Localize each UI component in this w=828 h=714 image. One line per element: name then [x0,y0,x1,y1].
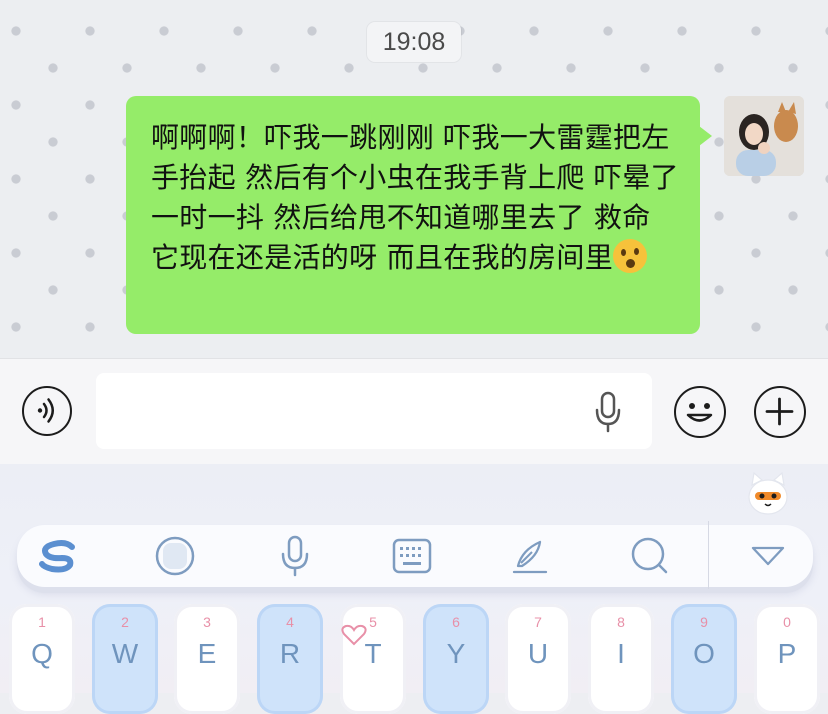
key-letter: E [197,638,217,669]
key-e[interactable]: 3E [174,604,240,714]
key-number: 6 [452,614,460,630]
key-w[interactable]: 2W [92,604,158,714]
key-letter: U [527,638,549,669]
microphone-icon[interactable] [264,525,326,587]
key-number: 2 [121,614,129,630]
key-number: 3 [203,614,211,630]
keyboard: 1Q 2W 3E 4R 5T 6Y 7U 8I 9O 0P [0,464,828,714]
astonished-face-icon [613,239,648,273]
message-input[interactable] [96,373,652,449]
chat-area: 19:08 啊啊啊！吓我一跳刚刚 吓我一大雷霆把左手抬起 然后有个小虫在我手背上… [0,0,828,358]
message-timestamp: 19:08 [367,22,461,62]
keyboard-toolbar [17,521,813,589]
key-y[interactable]: 6Y [423,604,489,714]
key-number: 1 [38,614,46,630]
key-letter: Y [446,638,466,669]
input-bar [0,358,828,465]
key-number: 7 [534,614,542,630]
key-number: 9 [700,614,708,630]
key-u[interactable]: 7U [505,604,571,714]
key-letter: O [693,638,715,669]
emoji-panel-icon[interactable] [144,525,206,587]
key-letter: Q [31,638,53,669]
voice-mode-icon[interactable] [22,386,72,436]
sogou-logo-icon[interactable] [27,525,89,587]
smiley-icon[interactable] [674,386,726,438]
avatar[interactable] [724,96,804,176]
message-bubble[interactable]: 啊啊啊！吓我一跳刚刚 吓我一大雷霆把左手抬起 然后有个小虫在我手背上爬 吓晕了 … [126,96,712,334]
search-icon[interactable] [618,525,680,587]
keyboard-layout-icon[interactable] [381,525,443,587]
microphone-icon[interactable] [592,391,624,433]
key-letter: R [279,638,301,669]
key-number: 8 [617,614,625,630]
key-letter: W [111,638,139,669]
handwriting-pen-icon[interactable] [499,525,561,587]
heart-decoration-icon [341,624,367,646]
key-number: 0 [783,614,791,630]
key-letter: P [777,638,797,669]
key-number: 4 [286,614,294,630]
keyboard-mascot-icon[interactable] [746,471,790,517]
key-letter: I [617,638,625,669]
plus-icon[interactable] [754,386,806,438]
message-text: 啊啊啊！吓我一跳刚刚 吓我一大雷霆把左手抬起 然后有个小虫在我手背上爬 吓晕了 … [151,121,689,274]
key-i[interactable]: 8I [588,604,654,714]
collapse-keyboard-icon[interactable] [737,525,799,587]
key-r[interactable]: 4R [257,604,323,714]
key-t[interactable]: 5T [340,604,406,714]
key-q[interactable]: 1Q [9,604,75,714]
toolbar-divider [708,521,709,589]
key-p[interactable]: 0P [754,604,820,714]
key-o[interactable]: 9O [671,604,737,714]
